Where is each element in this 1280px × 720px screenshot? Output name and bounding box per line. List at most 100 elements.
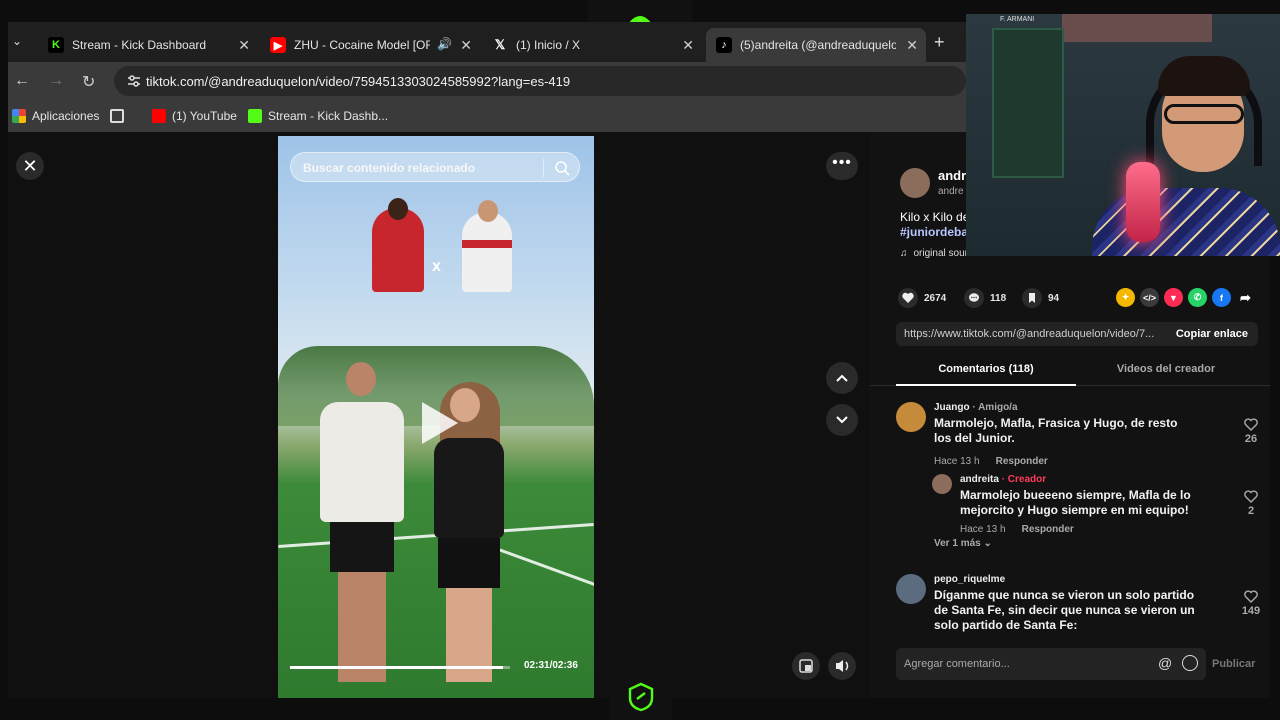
address-bar[interactable]: tiktok.com/@andreaduquelon/video/7594513…	[114, 66, 966, 96]
avatar[interactable]	[896, 402, 926, 432]
comment-text: Marmolejo bueeeno siempre, Mafla de lo m…	[960, 488, 1191, 517]
publish-button[interactable]: Publicar	[1212, 658, 1255, 670]
close-tab-icon[interactable]: ✕	[906, 37, 918, 54]
comment-text: Díganme que nunca se vieron un solo part…	[934, 588, 1195, 632]
tab-groups-icon	[110, 109, 124, 123]
browser-tab-bar: ⌄ K Stream - Kick Dashboard ✕ ▶ ZHU - Co…	[8, 22, 966, 62]
more-options-button[interactable]: •••	[826, 152, 858, 180]
comment-reply-item: andreita · Creador Marmolejo bueeeno sie…	[932, 474, 1266, 535]
reply-button[interactable]: Responder	[996, 456, 1048, 467]
close-video-button[interactable]: ✕	[16, 152, 44, 180]
heart-outline-icon	[1244, 590, 1258, 603]
tab-creator-videos[interactable]: Videos del creador	[1076, 354, 1256, 386]
heart-icon	[898, 288, 918, 308]
heart-outline-icon	[1244, 490, 1258, 503]
comment-stat[interactable]: 118	[964, 288, 1006, 308]
chevron-down-icon	[836, 416, 848, 424]
video-progress-bar[interactable]	[290, 666, 510, 669]
bookmark-icon	[1022, 288, 1042, 308]
webcam-poster-label: F. ARMANI	[1000, 16, 1035, 23]
video-player-thumbnail-a	[372, 198, 424, 292]
share-row: ✦ </> ▼ ✆ f ➦	[1116, 288, 1255, 307]
site-settings-icon[interactable]	[126, 73, 142, 89]
comment-like[interactable]: 2	[1236, 490, 1266, 517]
comment-input[interactable]: Agregar comentario... @	[896, 648, 1206, 680]
tab-title: Stream - Kick Dashboard	[72, 38, 207, 52]
comment-icon	[964, 288, 984, 308]
tab-search-dropdown-icon[interactable]: ⌄	[12, 34, 22, 48]
back-icon[interactable]: ←	[14, 72, 30, 90]
close-tab-icon[interactable]: ✕	[682, 37, 694, 54]
divider	[543, 159, 544, 177]
comment-author[interactable]: andreita · Creador	[960, 474, 1046, 485]
post-description: Kilo x Kilo de	[900, 210, 970, 224]
new-tab-icon[interactable]: +	[934, 32, 945, 53]
bookmark-kick[interactable]: Stream - Kick Dashb...	[248, 109, 388, 123]
comment-placeholder: Agregar comentario...	[904, 658, 1010, 670]
facebook-icon[interactable]: f	[1212, 288, 1231, 307]
kick-icon	[248, 109, 262, 123]
avatar[interactable]	[896, 574, 926, 604]
copy-link-button[interactable]: Copiar enlace	[1176, 328, 1248, 340]
stream-frame: ⌄ K Stream - Kick Dashboard ✕ ▶ ZHU - Co…	[0, 0, 1280, 720]
post-hashtag[interactable]: #juniordeba	[900, 225, 968, 239]
comment-text: Marmolejo, Mafla, Frasica y Hugo, de res…	[934, 416, 1178, 445]
reload-icon[interactable]: ↻	[82, 72, 95, 92]
reply-button[interactable]: Responder	[1022, 524, 1074, 535]
youtube-icon: ▶	[270, 37, 286, 53]
tab-x-home[interactable]: 𝕏 (1) Inicio / X ✕	[482, 28, 702, 62]
apps-grid-icon	[12, 109, 26, 123]
mention-icon[interactable]: @	[1158, 655, 1172, 671]
author-avatar[interactable]	[900, 168, 930, 198]
comment-time: Hace 13 h	[934, 456, 980, 467]
send-icon[interactable]: ▼	[1164, 288, 1183, 307]
bookmark-tab-groups[interactable]	[110, 109, 130, 123]
coin-icon[interactable]: ✦	[1116, 288, 1135, 307]
heart-outline-icon	[1244, 418, 1258, 431]
close-tab-icon[interactable]: ✕	[460, 37, 472, 54]
comment-like-count: 26	[1244, 433, 1258, 445]
bookmark-apps[interactable]: Aplicaciones	[12, 109, 99, 123]
tab-comments[interactable]: Comentarios (118)	[896, 354, 1076, 386]
comment-author[interactable]: pepo_riquelme	[934, 574, 1005, 585]
bookmark-youtube[interactable]: (1) YouTube	[152, 109, 237, 123]
tab-title: ZHU - Cocaine Model [OFFICIAL	[294, 38, 430, 52]
embed-icon[interactable]: </>	[1140, 288, 1159, 307]
comment-like-count: 2	[1247, 505, 1255, 517]
comment-meta: Hace 13 h Responder	[960, 524, 1074, 535]
save-stat[interactable]: 94	[1022, 288, 1059, 308]
avatar[interactable]	[932, 474, 952, 494]
close-tab-icon[interactable]: ✕	[238, 37, 250, 54]
share-arrow-icon[interactable]: ➦	[1236, 288, 1255, 307]
tiktok-icon: ♪	[716, 37, 732, 53]
next-video-button[interactable]	[826, 404, 858, 436]
tab-title: (1) Inicio / X	[516, 38, 581, 52]
comment-like[interactable]: 26	[1236, 418, 1266, 445]
music-note-icon: ♫	[900, 248, 908, 259]
search-icon[interactable]	[553, 159, 571, 177]
streamer	[1052, 38, 1280, 256]
whatsapp-icon[interactable]: ✆	[1188, 288, 1207, 307]
view-more-replies[interactable]: Ver 1 más ⌄	[934, 538, 992, 549]
comment-author[interactable]: Juango · Amigo/a	[934, 402, 1018, 413]
tab-tiktok-andreita[interactable]: ♪ (5)andreita (@andreaduquelon) ✕	[706, 28, 926, 62]
video-link-box: https://www.tiktok.com/@andreaduquelon/v…	[896, 322, 1258, 346]
related-search-input[interactable]: Buscar contenido relacionado	[290, 152, 580, 182]
speaker-icon[interactable]: 🔊	[437, 37, 452, 51]
emoji-icon[interactable]	[1182, 655, 1198, 671]
mini-player-button[interactable]	[792, 652, 820, 680]
video-link-text: https://www.tiktok.com/@andreaduquelon/v…	[904, 328, 1155, 340]
browser-toolbar: ← → ↻ tiktok.com/@andreaduquelon/video/7…	[8, 62, 966, 100]
play-icon[interactable]	[418, 398, 462, 448]
volume-button[interactable]	[828, 652, 856, 680]
comment-like[interactable]: 149	[1236, 590, 1266, 617]
forward-icon[interactable]: →	[48, 72, 64, 90]
video-player-thumbnail-b	[462, 200, 512, 292]
tab-kick-dashboard[interactable]: K Stream - Kick Dashboard ✕	[38, 28, 258, 62]
versus-mark: x	[432, 258, 441, 275]
like-stat[interactable]: 2674	[898, 288, 946, 308]
tab-youtube-zhu[interactable]: ▶ ZHU - Cocaine Model [OFFICIAL 🔊 ✕	[260, 28, 480, 62]
previous-video-button[interactable]	[826, 362, 858, 394]
video-player[interactable]: x Buscar contenido relacionado 02:31/02:…	[278, 136, 594, 698]
comment-time: Hace 13 h	[960, 524, 1006, 535]
